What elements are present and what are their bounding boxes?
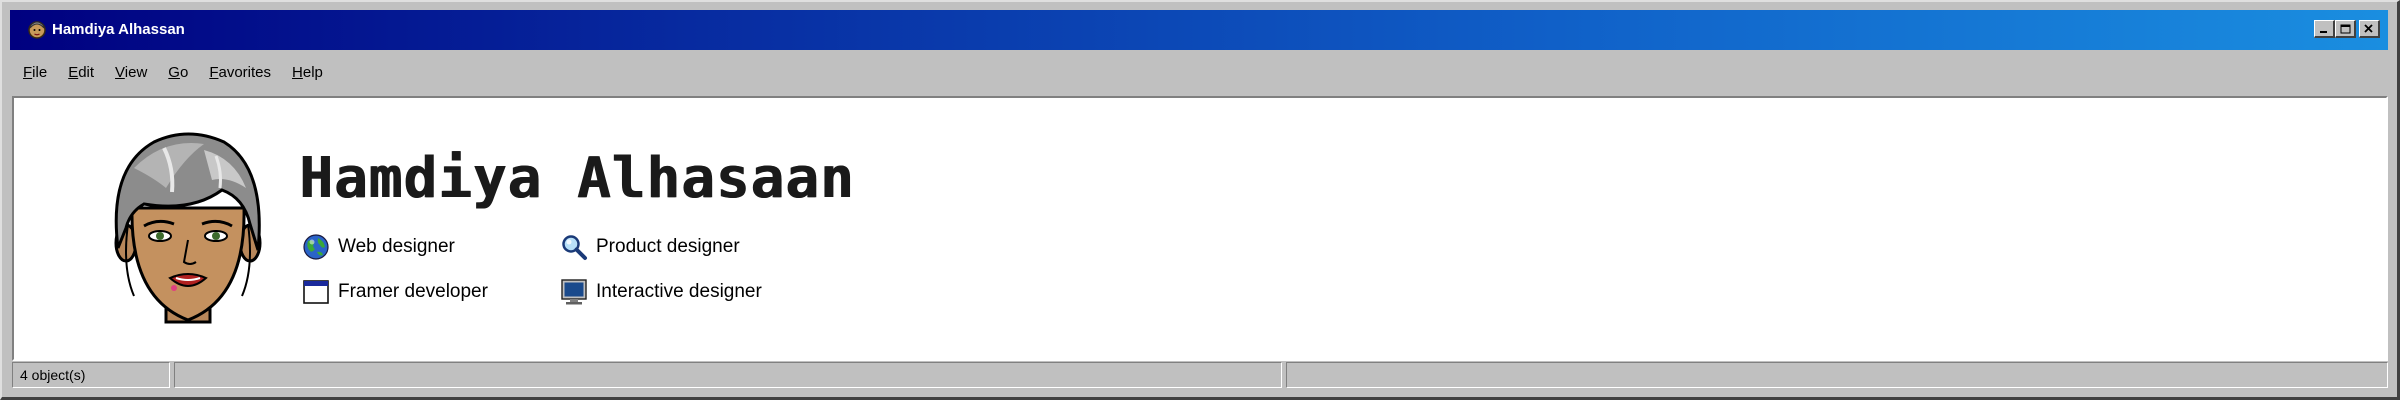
role-label: Product designer	[596, 236, 740, 257]
role-label: Web designer	[338, 236, 455, 257]
globe-icon	[303, 234, 329, 260]
close-icon	[2364, 24, 2373, 33]
window-icon	[303, 280, 329, 304]
maximize-icon	[2340, 24, 2350, 33]
menu-favorites[interactable]: Favorites	[202, 60, 278, 85]
monitor-icon	[561, 279, 587, 305]
role-web-designer[interactable]: Web designer	[302, 232, 455, 262]
menu-bar: File Edit View Go Favorites Help	[10, 54, 2388, 90]
status-bar: 4 object(s)	[12, 362, 2388, 388]
menu-file[interactable]: File	[16, 60, 54, 85]
role-label: Framer developer	[338, 281, 488, 302]
role-label: Interactive designer	[596, 281, 762, 302]
role-framer-developer[interactable]: Framer developer	[302, 277, 488, 307]
avatar	[114, 132, 262, 324]
menu-go[interactable]: Go	[161, 60, 195, 85]
status-panel-middle	[174, 362, 1282, 388]
menu-edit[interactable]: Edit	[61, 60, 101, 85]
menu-help[interactable]: Help	[285, 60, 330, 85]
role-product-designer[interactable]: Product designer	[560, 232, 740, 262]
status-panel-right	[1286, 362, 2388, 388]
magnifier-icon	[562, 235, 587, 260]
close-button[interactable]	[2359, 20, 2380, 38]
app-window: Hamdiya Alhassan File Edit View Go Favor…	[0, 0, 2400, 400]
app-icon	[28, 21, 46, 39]
menu-view[interactable]: View	[108, 60, 154, 85]
maximize-button[interactable]	[2335, 20, 2356, 38]
profile-name: Hamdiya Alhasaan	[299, 146, 855, 211]
status-object-count: 4 object(s)	[12, 362, 170, 388]
window-title: Hamdiya Alhassan	[52, 21, 185, 38]
title-bar[interactable]: Hamdiya Alhassan	[10, 10, 2388, 50]
role-interactive-designer[interactable]: Interactive designer	[560, 277, 762, 307]
minimize-button[interactable]	[2314, 20, 2335, 38]
minimize-icon	[2320, 30, 2327, 33]
window-controls	[2314, 20, 2380, 38]
content-pane: Hamdiya Alhasaan Web designer Product de…	[12, 96, 2388, 361]
